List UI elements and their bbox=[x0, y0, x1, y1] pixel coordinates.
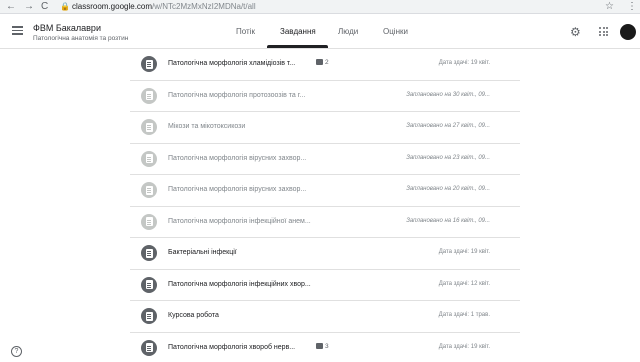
assignment-row[interactable]: Курсова робота Дата здачі: 1 трав. bbox=[130, 301, 520, 333]
settings-gear-icon[interactable]: ⚙ bbox=[570, 25, 581, 39]
assignment-row[interactable]: Патологічна морфологія інфекційних хвор.… bbox=[130, 270, 520, 301]
due-date: Дата здачі: 19 квіт. bbox=[438, 343, 490, 350]
assignment-icon bbox=[141, 213, 157, 230]
scheduled-date: Заплановано на 30 квіт., 09... bbox=[406, 91, 490, 98]
assignment-title: Патологічна морфологія інфекційних хвор.… bbox=[168, 280, 311, 288]
assignment-title: Патологічна морфологія хламідіозів т... bbox=[168, 60, 296, 67]
assignment-title: Патологічна морфологія хвороб нерв... bbox=[168, 343, 296, 351]
back-icon[interactable]: ← bbox=[6, 1, 16, 13]
comment-count-value: 3 bbox=[325, 342, 329, 350]
google-apps-icon[interactable] bbox=[599, 27, 608, 36]
scheduled-date: Заплановано на 23 квіт., 09... bbox=[406, 154, 490, 161]
url-host: classroom.google.com bbox=[72, 2, 153, 11]
assignment-icon bbox=[141, 245, 157, 261]
assignment-icon bbox=[141, 56, 157, 72]
assignment-row[interactable]: Патологічна морфологія протозоозів та г.… bbox=[130, 81, 520, 112]
tab-stream[interactable]: Потік bbox=[236, 27, 255, 36]
assignment-row[interactable]: Патологічна морфологія вірусних захвор..… bbox=[130, 144, 520, 175]
assignment-row[interactable]: Патологічна морфологія хламідіозів т... 2… bbox=[130, 49, 520, 81]
assignment-title: Бактеріальні інфекції bbox=[168, 249, 237, 256]
assignment-title: Патологічна морфологія протозоозів та г.… bbox=[168, 91, 306, 99]
assignment-title: Патологічна морфологія інфекційної анем.… bbox=[168, 217, 311, 225]
forward-icon[interactable]: → bbox=[24, 1, 34, 13]
assignment-list: Патологічна морфологія хламідіозів т... 2… bbox=[130, 49, 520, 362]
class-title[interactable]: ФВМ Бакалаври bbox=[33, 23, 101, 33]
assignment-title: Патологічна морфологія вірусних захвор..… bbox=[168, 186, 307, 193]
assignment-row[interactable]: Бактеріальні інфекції Дата здачі: 19 квіт… bbox=[130, 238, 520, 270]
due-date: Дата здачі: 12 квіт. bbox=[438, 280, 490, 287]
class-subtitle: Патологічна анатомія та розтин bbox=[33, 35, 129, 42]
browser-menu-icon[interactable]: ⋮ bbox=[627, 1, 637, 13]
lock-icon[interactable]: 🔒 bbox=[60, 2, 70, 11]
assignment-icon bbox=[141, 182, 157, 198]
assignment-icon bbox=[141, 119, 157, 135]
assignment-icon bbox=[141, 308, 157, 324]
browser-toolbar: ← → C 🔒 classroom.google.com/w/NTc2MzMxN… bbox=[0, 0, 640, 14]
due-date: Дата здачі: 19 квіт. bbox=[438, 60, 490, 66]
assignment-icon bbox=[141, 339, 157, 356]
reload-icon[interactable]: C bbox=[41, 1, 48, 13]
assignment-icon bbox=[141, 150, 157, 167]
comment-icon bbox=[316, 59, 323, 65]
account-avatar[interactable] bbox=[620, 24, 636, 40]
scheduled-date: Заплановано на 16 квіт., 09... bbox=[406, 217, 490, 224]
assignment-row[interactable]: Патологічна морфологія інфекційної анем.… bbox=[130, 207, 520, 238]
comment-count: 2 bbox=[316, 59, 329, 66]
comment-count: 3 bbox=[316, 342, 329, 350]
bookmark-star-icon[interactable]: ☆ bbox=[605, 1, 614, 12]
scheduled-date: Заплановано на 20 квіт., 09... bbox=[406, 186, 490, 192]
assignment-icon bbox=[141, 87, 157, 104]
due-date: Дата здачі: 19 квіт. bbox=[438, 249, 490, 255]
tab-grades[interactable]: Оцінки bbox=[383, 27, 408, 36]
assignment-row[interactable]: Патологічна морфологія хвороб нерв... 3 Да… bbox=[130, 333, 520, 362]
hamburger-menu-icon[interactable] bbox=[12, 26, 23, 35]
comment-icon bbox=[316, 342, 323, 349]
assignment-title: Мікози та мікотоксикози bbox=[168, 123, 246, 130]
tab-classwork[interactable]: Завдання bbox=[280, 27, 316, 36]
address-bar[interactable]: classroom.google.com/w/NTc2MzMxNzI2MDNa/… bbox=[72, 2, 256, 12]
assignment-title: Курсова робота bbox=[168, 312, 219, 319]
scheduled-date: Заплановано на 27 квіт., 09... bbox=[406, 123, 490, 129]
assignment-icon bbox=[141, 276, 157, 293]
url-path: /w/NTc2MzMxNzI2MDNa/t/all bbox=[152, 2, 256, 11]
active-tab-indicator bbox=[267, 45, 328, 48]
assignment-title: Патологічна морфологія вірусних захвор..… bbox=[168, 154, 307, 162]
help-icon[interactable]: ? bbox=[11, 346, 22, 357]
due-date: Дата здачі: 1 трав. bbox=[438, 312, 490, 318]
tab-people[interactable]: Люди bbox=[338, 27, 358, 36]
assignment-row[interactable]: Патологічна морфологія вірусних захвор..… bbox=[130, 175, 520, 207]
classroom-header: ФВМ Бакалаври Патологічна анатомія та ро… bbox=[0, 14, 640, 49]
assignment-row[interactable]: Мікози та мікотоксикози Заплановано на 27… bbox=[130, 112, 520, 144]
comment-count-value: 2 bbox=[325, 59, 329, 66]
